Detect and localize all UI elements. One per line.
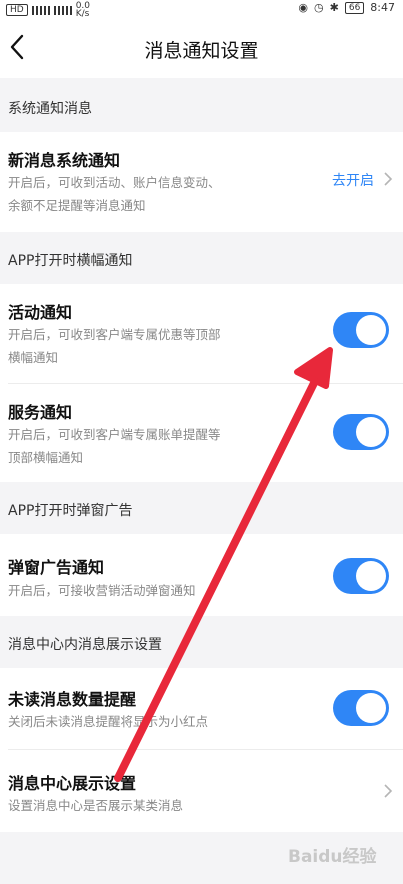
section-header-system: 系统通知消息	[0, 80, 403, 132]
signal-icon-2	[53, 5, 72, 15]
clock-time: 8:47	[370, 1, 395, 14]
section-header-banner: APP打开时横幅通知	[0, 232, 403, 284]
toggle-knob	[356, 315, 386, 345]
navigation-bar: 消息通知设置	[0, 18, 403, 78]
row-description: 开启后，可收到活动、账户信息变动、 余额不足提醒等消息通知	[8, 175, 221, 213]
row-description: 设置消息中心是否展示某类消息	[8, 798, 184, 813]
row-popup-ad-notification: 弹窗广告通知 开启后，可接收营销活动弹窗通知	[0, 534, 403, 616]
row-title: 弹窗广告通知	[8, 558, 105, 577]
row-unread-count-reminder: 未读消息数量提醒 关闭后未读消息提醒将显示为小红点	[0, 668, 403, 750]
unread-count-toggle[interactable]	[333, 690, 389, 726]
section-header-message-center: 消息中心内消息展示设置	[0, 616, 403, 668]
row-activity-notification: 活动通知 开启后，可收到客户端专属优惠等顶部 横幅通知	[0, 284, 403, 384]
activity-notification-toggle[interactable]	[333, 312, 389, 348]
battery-icon: 66	[344, 1, 365, 14]
toggle-knob	[356, 417, 386, 447]
network-badge: HD	[6, 4, 28, 16]
status-bar: HD 0.0 K/s ◉ ◷ ✱ 66 8:47	[0, 0, 403, 19]
row-description: 关闭后未读消息提醒将显示为小红点	[8, 714, 209, 729]
chevron-right-icon[interactable]	[382, 170, 394, 188]
row-title: 服务通知	[8, 403, 73, 422]
signal-icon	[31, 5, 50, 15]
status-left: HD 0.0 K/s	[6, 1, 91, 19]
bluetooth-icon: ✱	[329, 1, 339, 14]
row-title: 未读消息数量提醒	[8, 690, 137, 709]
alarm-icon: ◷	[314, 1, 324, 14]
row-message-center-display-settings[interactable]: 消息中心展示设置 设置消息中心是否展示某类消息	[0, 750, 403, 832]
chevron-right-icon[interactable]	[382, 782, 394, 800]
row-title: 新消息系统通知	[8, 151, 121, 170]
toggle-knob	[356, 693, 386, 723]
toggle-knob	[356, 561, 386, 591]
status-right: ◉ ◷ ✱ 66 8:47	[298, 1, 395, 14]
speed-readout: 0.0 K/s	[75, 1, 91, 19]
row-description: 开启后，可收到客户端专属优惠等顶部 横幅通知	[8, 327, 221, 365]
page-title: 消息通知设置	[144, 40, 259, 62]
section-header-popup: APP打开时弹窗广告	[0, 482, 403, 534]
row-new-message-system-notification[interactable]: 新消息系统通知 开启后，可收到活动、账户信息变动、 余额不足提醒等消息通知 去开…	[0, 132, 403, 232]
service-notification-toggle[interactable]	[333, 414, 389, 450]
watermark-logo: Baidu经验	[288, 847, 377, 867]
popup-ad-toggle[interactable]	[333, 558, 389, 594]
eye-icon: ◉	[298, 1, 309, 14]
row-title: 活动通知	[8, 303, 73, 322]
row-description: 开启后，可接收营销活动弹窗通知	[8, 583, 196, 598]
row-title: 消息中心展示设置	[8, 774, 137, 793]
enable-link[interactable]: 去开启	[332, 170, 374, 190]
row-service-notification: 服务通知 开启后，可收到客户端专属账单提醒等 顶部横幅通知	[0, 384, 403, 482]
row-description: 开启后，可收到客户端专属账单提醒等 顶部横幅通知	[8, 427, 221, 465]
